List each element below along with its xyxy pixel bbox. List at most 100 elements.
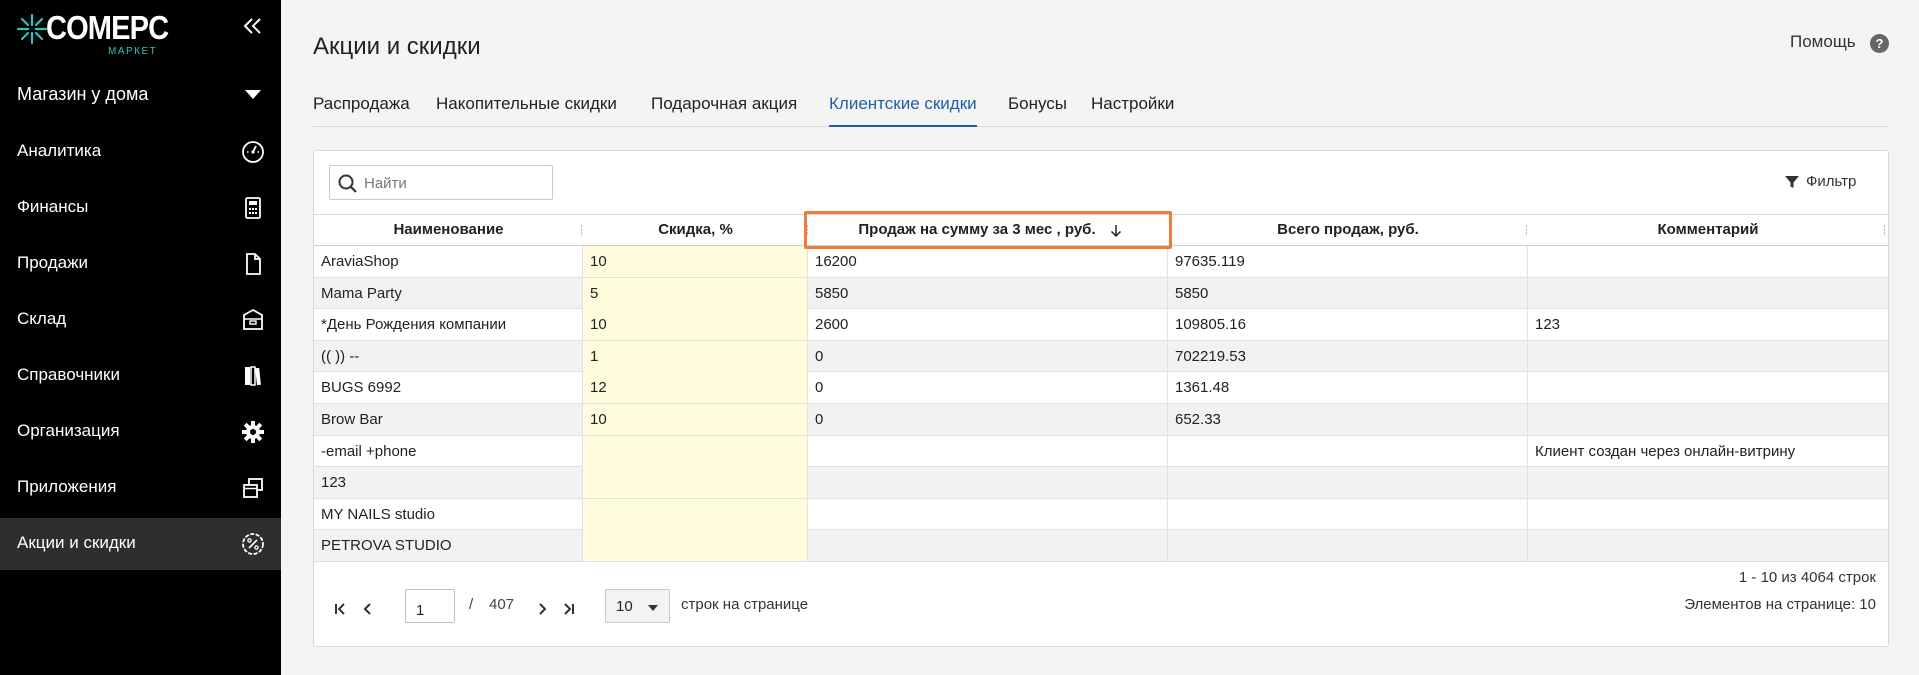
filter-button[interactable]: Фильтр [1806,173,1856,190]
brand-subtitle: МАРКЕТ [108,46,158,57]
cell-sales-3-months: 5850 [808,277,1168,309]
tab-gift-promotion[interactable]: Подарочная акция [651,94,797,127]
search-input[interactable] [364,172,544,194]
cell-comment[interactable]: Клиент создан через онлайн-витрину [1528,436,1888,467]
cell-discount[interactable] [583,498,808,530]
page-size-select[interactable]: 10 [605,589,670,623]
cell-comment[interactable] [1528,341,1888,372]
cell-comment[interactable] [1528,404,1888,435]
cell-discount[interactable]: 5 [583,277,808,309]
question-mark-icon[interactable]: ? [1870,34,1889,53]
tab-sale[interactable]: Распродажа [313,94,410,127]
column-header-sales-3-months[interactable]: Продаж на сумму за 3 мес , руб. [808,215,1146,246]
table-row[interactable]: AraviaShop 10 16200 97635.119 [314,246,1888,278]
speedometer-icon [242,141,264,163]
document-icon [246,253,261,275]
table-row[interactable]: *День Рождения компании 10 2600 109805.1… [314,309,1888,341]
cell-total-sales: 1361.48 [1168,372,1528,404]
cell-sales-3-months: 2600 [808,309,1168,341]
brand-name: COMEPC [46,9,169,46]
search-box[interactable] [329,165,553,200]
cell-total-sales [1168,435,1528,467]
column-header-total-sales[interactable]: Всего продаж, руб. [1168,215,1528,246]
tab-settings[interactable]: Настройки [1091,94,1174,127]
store-selector[interactable]: Магазин у дома [0,74,281,116]
cell-comment[interactable] [1528,278,1888,309]
tab-bonuses[interactable]: Бонусы [1008,94,1067,127]
cell-total-sales: 109805.16 [1168,309,1528,341]
sidebar-item-finance[interactable]: Финансы [0,182,281,234]
sidebar: COMEPC МАРКЕТ Магазин у дома Аналитика Ф… [0,0,281,675]
sidebar-item-label: Акции и скидки [17,533,136,552]
cell-discount[interactable]: 12 [583,372,808,404]
collapse-sidebar-icon[interactable] [241,14,265,38]
cell-name: Mama Party [314,277,583,309]
sidebar-item-analytics[interactable]: Аналитика [0,126,281,178]
search-icon [338,174,357,193]
logo[interactable]: COMEPC МАРКЕТ [16,9,169,58]
cell-comment[interactable] [1528,467,1888,498]
cell-name: -email +phone [314,435,583,467]
windows-icon [243,478,263,498]
cell-total-sales [1168,530,1528,562]
table-row[interactable]: Brow Bar 10 0 652.33 [314,404,1888,436]
tab-cumulative-discounts[interactable]: Накопительные скидки [436,94,617,127]
cell-name: (( )) -- [314,340,583,372]
cell-comment[interactable] [1528,372,1888,403]
sidebar-item-label: Приложения [17,477,117,496]
help-link[interactable]: Помощь [1790,32,1856,52]
page-number-input[interactable]: 1 [405,589,455,623]
tab-client-discounts[interactable]: Клиентские скидки [829,94,977,127]
funnel-icon[interactable] [1784,174,1800,190]
cell-discount[interactable] [583,435,808,467]
cell-discount[interactable] [583,530,808,562]
table-row[interactable]: 123 [314,467,1888,499]
sidebar-item-organization[interactable]: Организация [0,406,281,458]
table-row[interactable]: Mama Party 5 5850 5850 [314,277,1888,310]
sidebar-item-apps[interactable]: Приложения [0,462,281,514]
sidebar-item-label: Финансы [17,197,89,216]
calculator-icon [245,197,261,219]
cell-sales-3-months: 0 [808,340,1168,372]
cell-comment[interactable]: 123 [1528,309,1888,340]
sidebar-item-references[interactable]: Справочники [0,350,281,402]
column-resize-handle[interactable] [1884,225,1886,235]
sidebar-item-label: Продажи [17,253,88,272]
previous-page-icon[interactable] [358,599,378,619]
sort-descending-arrow-icon[interactable] [1109,224,1123,238]
sidebar-item-warehouse[interactable]: Склад [0,294,281,346]
page-title: Акции и скидки [313,33,481,60]
sidebar-item-sales[interactable]: Продажи [0,238,281,290]
gear-icon [242,421,264,443]
last-page-icon[interactable] [559,599,579,619]
cell-comment[interactable] [1528,530,1888,561]
cell-name: AraviaShop [314,246,583,277]
cell-sales-3-months: 16200 [808,246,1168,277]
cell-discount[interactable]: 1 [583,340,808,372]
rows-range: 1 - 10 из 4064 строк [1738,569,1876,586]
cell-sales-3-months [808,467,1168,499]
sidebar-item-promotions[interactable]: Акции и скидки [0,518,281,570]
column-header-discount[interactable]: Скидка, % [583,215,808,246]
table-row[interactable]: MY NAILS studio [314,498,1888,531]
table-row[interactable]: -email +phone Клиент создан через онлайн… [314,435,1888,468]
table-row[interactable]: BUGS 6992 12 0 1361.48 [314,372,1888,404]
column-header-name[interactable]: Наименование [314,215,583,246]
cell-discount[interactable]: 10 [583,404,808,435]
page-size-label: строк на странице [681,596,809,613]
table-row[interactable]: PETROVA STUDIO [314,530,1888,562]
cell-name: MY NAILS studio [314,498,583,530]
cell-discount[interactable]: 10 [583,246,808,277]
first-page-icon[interactable] [330,599,350,619]
cell-discount[interactable]: 10 [583,309,808,341]
cell-name: 123 [314,467,583,499]
column-header-comment[interactable]: Комментарий [1528,215,1888,246]
sidebar-item-label: Справочники [17,365,120,384]
items-per-page: Элементов на странице: 10 [1684,596,1876,613]
table-row[interactable]: (( )) -- 1 0 702219.53 [314,340,1888,373]
cell-discount[interactable] [583,467,808,499]
cell-comment[interactable] [1528,499,1888,530]
next-page-icon[interactable] [532,599,552,619]
cell-sales-3-months [808,530,1168,562]
cell-comment[interactable] [1528,246,1888,277]
